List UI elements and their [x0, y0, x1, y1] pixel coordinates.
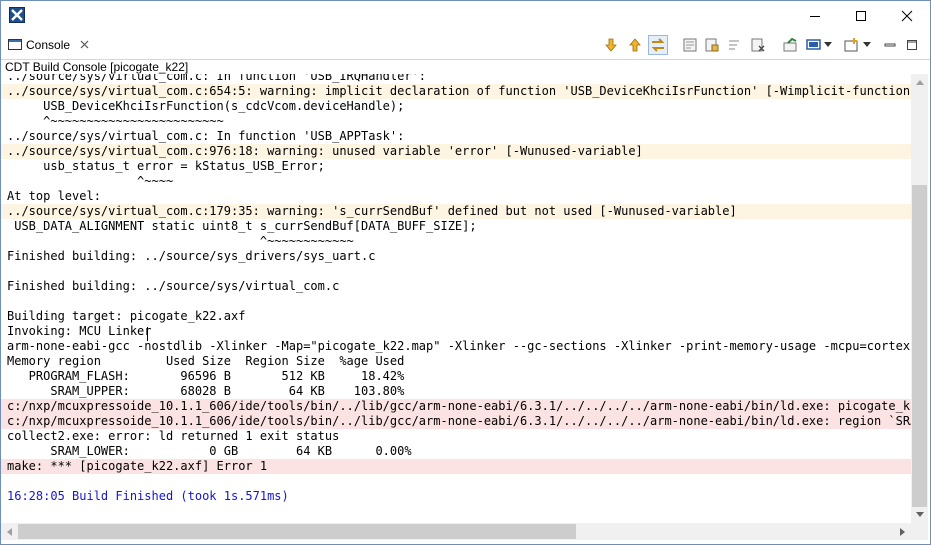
- console-line: Invoking: MCU Linker: [7, 324, 152, 338]
- title-bar: [1, 1, 930, 31]
- minimize-button[interactable]: [792, 1, 838, 31]
- console-name-bar: CDT Build Console [picogate_k22]: [1, 59, 930, 75]
- scroll-down-arrow-icon[interactable]: [602, 36, 620, 54]
- console-line: c:/nxp/mcuxpressoide_10.1.1_606/ide/tool…: [1, 414, 911, 429]
- console-line: SRAM_UPPER: 68028 B 64 KB 103.80%: [7, 384, 405, 398]
- console-line: PROGRAM_FLASH: 96596 B 512 KB 18.42%: [7, 369, 405, 383]
- console-line: Finished building: ../source/sys_drivers…: [7, 249, 376, 263]
- console-line: make: *** [picogate_k22.axf] Error 1: [1, 459, 911, 474]
- clear-console-icon[interactable]: [681, 36, 699, 54]
- open-console-icon[interactable]: [843, 36, 861, 54]
- vertical-scrollbar[interactable]: [911, 74, 928, 523]
- console-line: ../source/sys/virtual_com.c:179:35: warn…: [1, 204, 911, 219]
- console-line: ../source/sys/virtual_com.c:976:18: warn…: [1, 144, 911, 159]
- text-caret: [147, 327, 148, 341]
- console-line: ../source/sys/virtual_com.c:654:5: warni…: [1, 84, 911, 99]
- horizontal-scroll-thumb[interactable]: [18, 524, 576, 539]
- chevron-down-icon[interactable]: [823, 36, 833, 54]
- console-line: Memory region Used Size Region Size %age…: [7, 354, 405, 368]
- console-text-area[interactable]: 16:28:05 Build Finished (took 1s.571ms) …: [1, 74, 911, 523]
- console-line: collect2.exe: error: ld returned 1 exit …: [7, 429, 340, 443]
- maximize-icon: [856, 11, 866, 21]
- link-with-build-icon[interactable]: [648, 35, 668, 55]
- scroll-right-icon[interactable]: [894, 523, 911, 540]
- tab-console[interactable]: Console: [3, 34, 95, 57]
- console-line: ^~~~~~~~~~~~~~~~~~~~~~~~~: [7, 114, 224, 128]
- scroll-up-icon[interactable]: [911, 74, 928, 91]
- eclipse-window: Console CDT Build Console [picogate_k22]…: [0, 0, 931, 545]
- remove-console-icon[interactable]: [749, 36, 767, 54]
- maximize-view-icon[interactable]: [903, 36, 921, 54]
- console-line: ../source/sys/virtual_com.c: In function…: [7, 74, 427, 83]
- eclipse-x-icon: [9, 7, 25, 23]
- display-selected-console-icon[interactable]: [805, 36, 823, 54]
- console-line: USB_DeviceKhciIsrFunction(s_cdcVcom.devi…: [7, 99, 405, 113]
- scrollbar-corner: [911, 523, 928, 540]
- console-icon: [8, 39, 22, 50]
- scroll-down-icon[interactable]: [911, 506, 928, 523]
- console-line: c:/nxp/mcuxpressoide_10.1.1_606/ide/tool…: [1, 399, 911, 414]
- scroll-lock-icon[interactable]: [703, 36, 721, 54]
- word-wrap-icon[interactable]: [725, 36, 743, 54]
- console-line: arm-none-eabi-gcc -nostdlib -Xlinker -Ma…: [7, 339, 911, 353]
- scroll-left-icon[interactable]: [1, 523, 18, 540]
- horizontal-scrollbar[interactable]: [1, 523, 911, 540]
- scroll-up-arrow-icon[interactable]: [626, 36, 644, 54]
- close-icon: [901, 10, 913, 22]
- vertical-scroll-thumb[interactable]: [912, 185, 927, 507]
- console-line: USB_DATA_ALIGNMENT static uint8_t s_curr…: [7, 219, 477, 233]
- console-line: At top level:: [7, 189, 101, 203]
- close-button[interactable]: [884, 1, 930, 31]
- chevron-down-icon[interactable]: [862, 36, 872, 54]
- console-line: ^~~~~~~~~~~~~: [7, 234, 354, 248]
- console-name: CDT Build Console [picogate_k22]: [5, 60, 189, 74]
- minimize-icon: [810, 16, 820, 17]
- console-line: SRAM_LOWER: 0 GB 64 KB 0.00%: [7, 444, 412, 458]
- console-line: ../source/sys/virtual_com.c: In function…: [7, 129, 405, 143]
- tab-close-icon[interactable]: [79, 39, 90, 50]
- maximize-button[interactable]: [838, 1, 884, 31]
- tab-label: Console: [26, 38, 71, 52]
- pin-console-icon[interactable]: [781, 36, 799, 54]
- console-line: usb_status_t error = kStatus_USB_Error;: [7, 159, 325, 173]
- console-line: 16:28:05 Build Finished (took 1s.571ms): [7, 489, 289, 503]
- console-line: Finished building: ../source/sys/virtual…: [7, 279, 340, 293]
- console-line: Building target: picogate_k22.axf: [7, 309, 246, 323]
- minimize-view-icon[interactable]: [881, 36, 899, 54]
- console-line: ^~~~~: [7, 174, 174, 188]
